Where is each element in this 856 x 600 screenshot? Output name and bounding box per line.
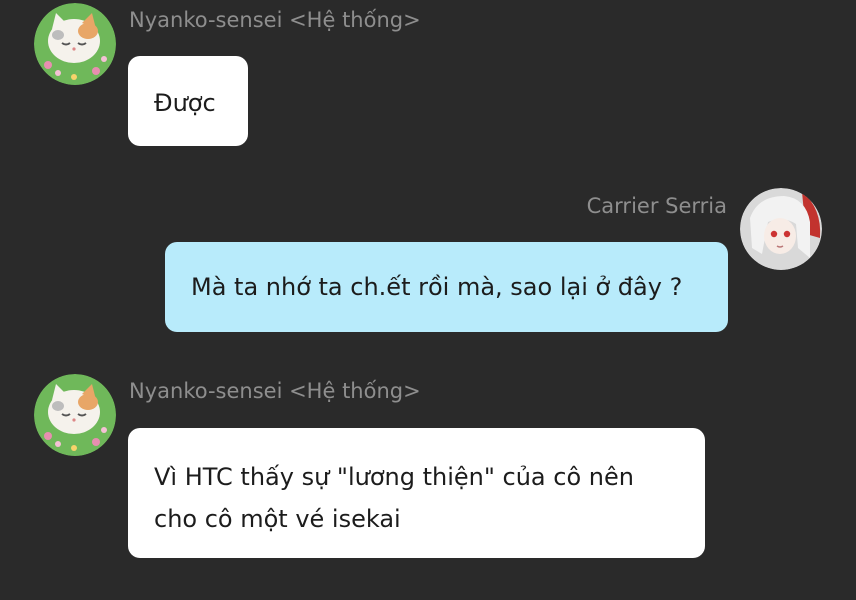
serria-avatar-icon[interactable] xyxy=(740,188,822,270)
sender-name: Nyanko-sensei <Hệ thống> xyxy=(129,8,421,32)
sender-name: Carrier Serria xyxy=(586,194,727,218)
message-text-line: cho cô một vé isekai xyxy=(154,505,401,533)
sender-name: Nyanko-sensei <Hệ thống> xyxy=(129,379,421,403)
message-text: Được xyxy=(154,89,216,117)
message-text: Mà ta nhớ ta ch.ết rồi mà, sao lại ở đây… xyxy=(191,273,683,301)
nyanko-avatar-icon[interactable] xyxy=(34,3,116,85)
message-bubble[interactable]: Vì HTC thấy sự "lương thiện" của cô nên … xyxy=(128,428,705,558)
message-text-line: Vì HTC thấy sự "lương thiện" của cô nên xyxy=(154,463,634,491)
message-bubble[interactable]: Mà ta nhớ ta ch.ết rồi mà, sao lại ở đây… xyxy=(165,242,728,332)
nyanko-avatar-icon[interactable] xyxy=(34,374,116,456)
message-bubble[interactable]: Được xyxy=(128,56,248,146)
